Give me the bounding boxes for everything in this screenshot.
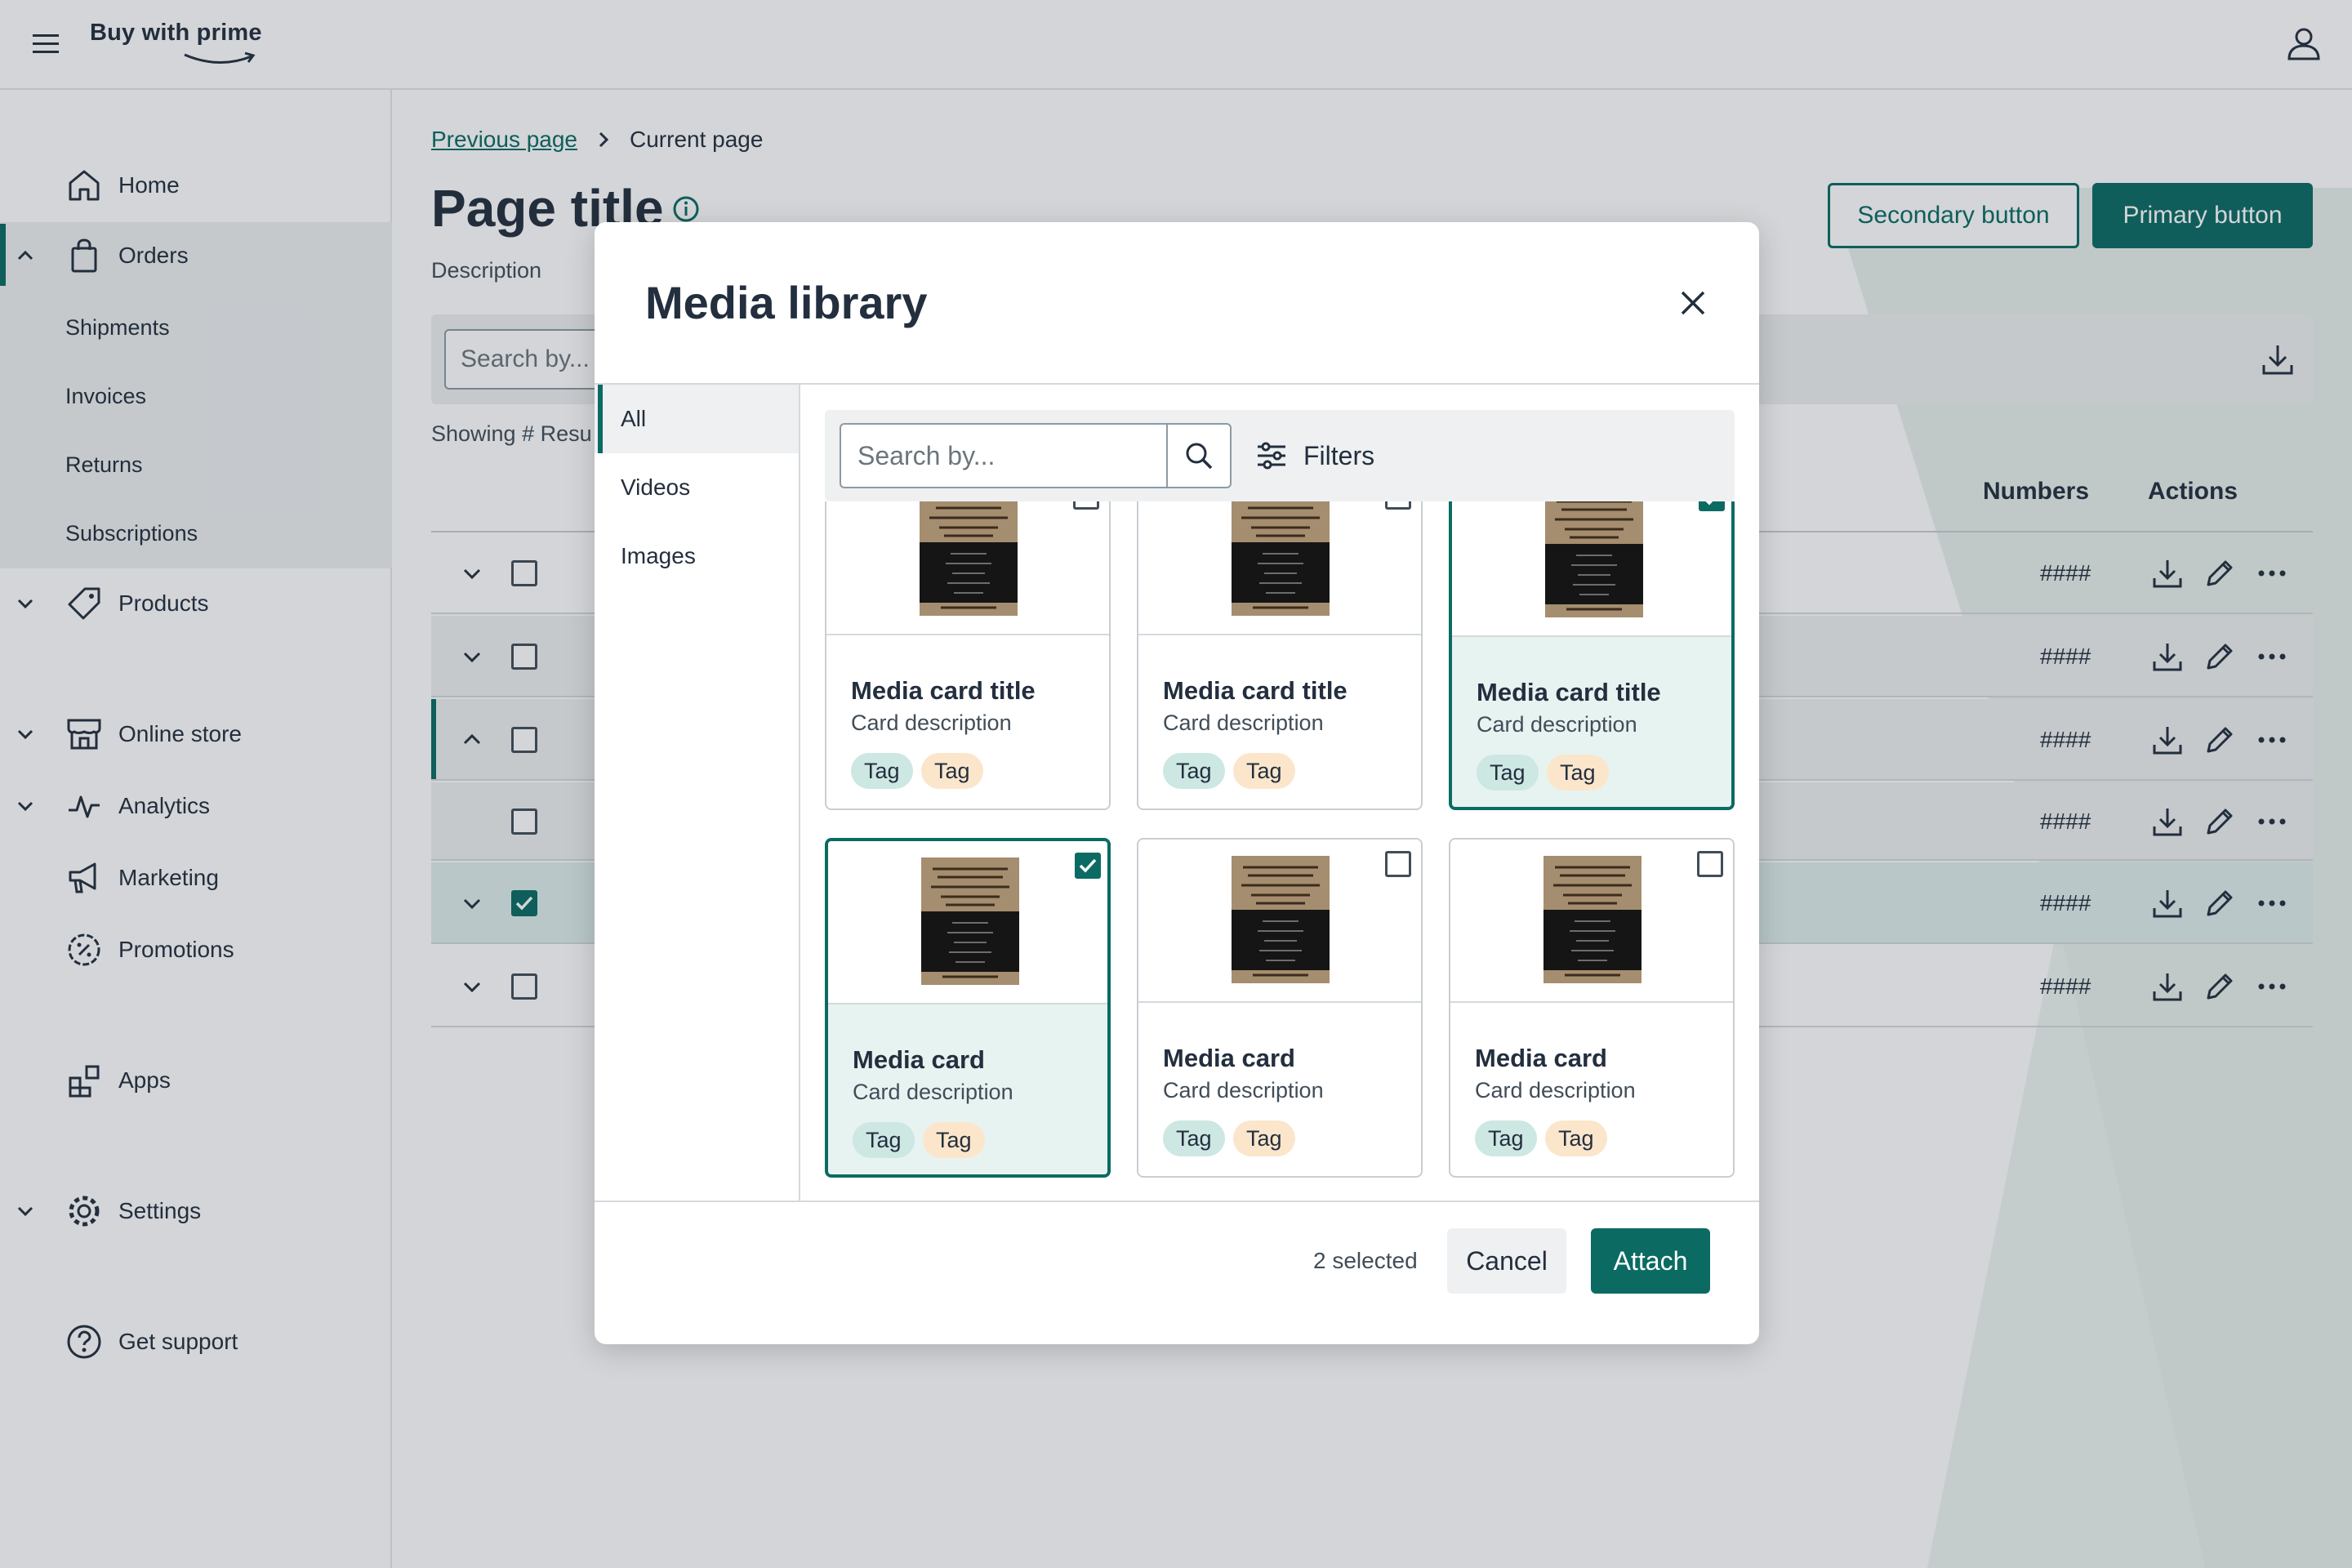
card-description: Card description xyxy=(853,1080,1013,1104)
card-body: Media card title Card description Tag Tag xyxy=(1138,635,1421,808)
tab-label: Videos xyxy=(621,474,691,500)
tab-label: All xyxy=(621,406,647,431)
card-body: Media card title Card description Tag Tag xyxy=(826,635,1109,808)
card-title: Media card title xyxy=(1163,676,1348,705)
active-tab-indicator xyxy=(598,385,603,453)
tag-badge: Tag xyxy=(853,1122,915,1158)
card-description: Card description xyxy=(1163,710,1324,735)
card-media-area xyxy=(1450,840,1733,1003)
tag-badge: Tag xyxy=(1547,755,1609,791)
search-button[interactable] xyxy=(1166,423,1232,488)
modal-title: Media library xyxy=(645,277,928,328)
cancel-button[interactable]: Cancel xyxy=(1447,1228,1566,1294)
tag-badge: Tag xyxy=(1163,1120,1225,1156)
card-body: Media card Card description Tag Tag xyxy=(1450,1003,1733,1176)
media-card[interactable]: Media card Card description Tag Tag xyxy=(1137,838,1423,1178)
filter-sliders-icon xyxy=(1258,442,1285,470)
media-card[interactable]: Media card Card description Tag Tag xyxy=(1449,838,1735,1178)
card-body: Media card Card description Tag Tag xyxy=(1138,1003,1421,1176)
media-card[interactable]: Media card Card description Tag Tag xyxy=(825,838,1111,1178)
tag-badge: Tag xyxy=(1233,753,1295,789)
card-body: Media card Card description Tag Tag xyxy=(828,1004,1107,1174)
close-icon[interactable] xyxy=(1674,284,1712,322)
tab-label: Images xyxy=(621,543,696,568)
book-cover-thumbnail xyxy=(1545,501,1643,617)
tag-badge: Tag xyxy=(921,753,983,789)
card-checkbox[interactable] xyxy=(1697,851,1723,877)
selected-count: 2 selected xyxy=(1313,1248,1418,1273)
book-cover-thumbnail xyxy=(921,858,1019,985)
card-checkbox[interactable] xyxy=(1699,501,1725,511)
media-card[interactable]: Media card title Card description Tag Tag xyxy=(1137,501,1423,810)
divider xyxy=(595,1200,1759,1202)
tag-badge: Tag xyxy=(1545,1120,1607,1156)
card-title: Media card xyxy=(1475,1044,1607,1072)
card-description: Card description xyxy=(851,710,1012,735)
card-title: Media card title xyxy=(851,676,1036,705)
card-description: Card description xyxy=(1475,1078,1636,1102)
media-card[interactable]: Media card title Card description Tag Tag xyxy=(825,501,1111,810)
book-cover-thumbnail xyxy=(920,501,1018,616)
card-title: Media card xyxy=(1163,1044,1295,1072)
tab-all[interactable]: All xyxy=(595,385,799,453)
tab-videos[interactable]: Videos xyxy=(595,453,799,522)
card-media-area xyxy=(1452,501,1731,637)
search-icon xyxy=(1186,443,1213,470)
card-media-area xyxy=(828,841,1107,1004)
media-card[interactable]: Media card title Card description Tag Tag xyxy=(1449,501,1735,810)
tag-badge: Tag xyxy=(1475,1120,1537,1156)
card-media-area xyxy=(1138,840,1421,1003)
card-checkbox[interactable] xyxy=(1385,501,1411,510)
book-cover-thumbnail xyxy=(1232,856,1330,983)
tag-badge: Tag xyxy=(1163,753,1225,789)
book-cover-thumbnail xyxy=(1544,856,1642,983)
card-body: Media card title Card description Tag Tag xyxy=(1452,637,1731,807)
media-search-input[interactable]: Search by... xyxy=(840,423,1166,488)
checkmark-icon xyxy=(1079,858,1097,873)
card-checkbox[interactable] xyxy=(1073,501,1099,510)
media-filter-bar: Search by... Filters xyxy=(825,410,1735,501)
filters-button[interactable]: Filters xyxy=(1254,423,1374,488)
card-checkbox[interactable] xyxy=(1075,853,1101,879)
card-description: Card description xyxy=(1163,1078,1324,1102)
card-description: Card description xyxy=(1477,712,1637,737)
modal-category-nav: All Videos Images xyxy=(595,385,800,1201)
tag-badge: Tag xyxy=(851,753,913,789)
media-card-grid: Media card title Card description Tag Tag Me… xyxy=(800,501,1759,1261)
book-cover-thumbnail xyxy=(1232,501,1330,616)
tab-images[interactable]: Images xyxy=(595,522,799,590)
card-title: Media card title xyxy=(1477,678,1661,706)
card-media-area xyxy=(826,501,1109,635)
attach-button[interactable]: Attach xyxy=(1591,1228,1710,1294)
tag-badge: Tag xyxy=(1477,755,1539,791)
media-library-modal: Media library All Videos Images Search b… xyxy=(595,222,1759,1344)
card-media-area xyxy=(1138,501,1421,635)
tag-badge: Tag xyxy=(1233,1120,1295,1156)
filters-label: Filters xyxy=(1303,440,1375,470)
tag-badge: Tag xyxy=(923,1122,985,1158)
card-checkbox[interactable] xyxy=(1385,851,1411,877)
checkmark-icon xyxy=(1705,501,1713,506)
card-title: Media card xyxy=(853,1045,985,1074)
